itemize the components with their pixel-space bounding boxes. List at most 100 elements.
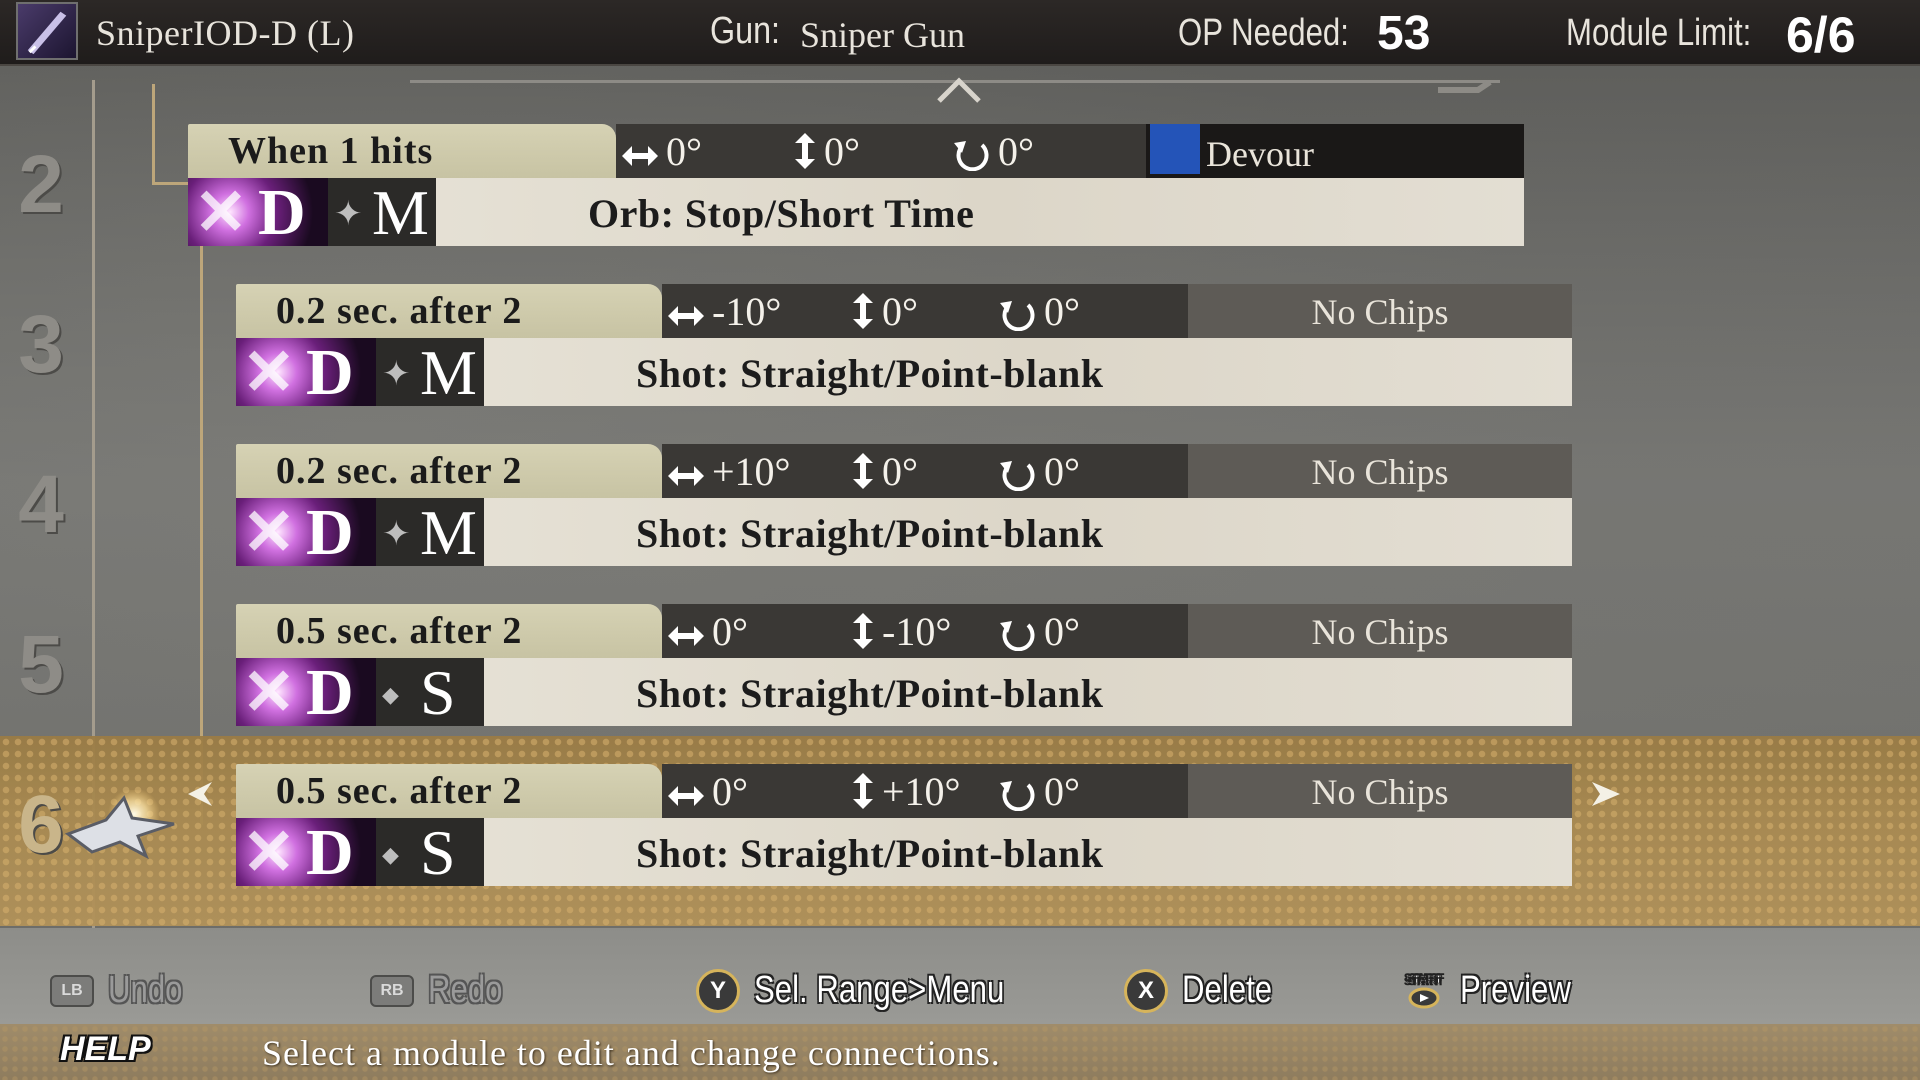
- devour-icon: [1150, 124, 1200, 174]
- scroll-up-arrow-icon[interactable]: [935, 75, 983, 105]
- trigger-label[interactable]: 0.2 sec. after 2: [236, 284, 662, 338]
- horizontal-angle: 0°: [666, 608, 748, 655]
- x-button-icon: X: [1124, 968, 1168, 1013]
- help-label: HELP: [60, 1030, 151, 1068]
- module-card[interactable]: When 1 hits 0° 0° 0° Devour ✕ D ✦ M Orb: S…: [188, 124, 1524, 248]
- module-name: SniperIOD-D (L): [96, 13, 355, 53]
- module-body[interactable]: ✕ D ◆ S Shot: Straight/Point-blank: [236, 818, 1572, 888]
- vertical-arrows-icon: [853, 613, 873, 649]
- rotation-angle: 0°: [998, 288, 1080, 335]
- module-description: Shot: Straight/Point-blank: [636, 351, 1104, 396]
- module-card[interactable]: 0.2 sec. after 2 -10° 0° 0° No Chips ✕ D …: [236, 284, 1572, 408]
- module-card[interactable]: 0.2 sec. after 2 +10° 0° 0° No Chips ✕ D …: [236, 444, 1572, 568]
- angle-bar[interactable]: 0° -10° 0°: [662, 604, 1188, 658]
- module-body[interactable]: ✕ D ◆ S Shot: Straight/Point-blank: [236, 658, 1572, 728]
- arrow-left-icon[interactable]: [184, 778, 216, 810]
- chip-slot[interactable]: No Chips: [1188, 284, 1572, 338]
- rotate-icon: [1000, 621, 1035, 652]
- damage-type-badge: ✕ D: [236, 658, 376, 728]
- connector-line: [152, 84, 155, 184]
- vertical-angle: +10°: [850, 768, 961, 815]
- trigger-label[interactable]: 0.5 sec. after 2: [236, 764, 662, 818]
- chip-slot[interactable]: No Chips: [1188, 764, 1572, 818]
- preview-button[interactable]: START Preview: [1402, 968, 1595, 1016]
- damage-type-badge: ✕ D: [188, 178, 328, 248]
- select-range-menu-button[interactable]: Y Sel. Range>Menu: [696, 968, 1059, 1016]
- damage-type-badge: ✕ D: [236, 818, 376, 888]
- chip-slot[interactable]: Devour: [1146, 124, 1524, 178]
- chip-slot[interactable]: No Chips: [1188, 604, 1572, 658]
- svg-text:START: START: [1406, 974, 1442, 986]
- row-number: 5: [18, 619, 64, 710]
- horizontal-arrows-icon: [622, 146, 658, 166]
- rotation-angle: 0°: [998, 768, 1080, 815]
- row-number: 2: [18, 139, 64, 230]
- vertical-arrows-icon: [795, 133, 815, 169]
- trigger-label[interactable]: 0.2 sec. after 2: [236, 444, 662, 498]
- rotation-angle: 0°: [998, 608, 1080, 655]
- size-badge: ◆ S: [376, 658, 484, 728]
- damage-type-badge: ✕ D: [236, 338, 376, 408]
- size-badge: ◆ S: [376, 818, 484, 888]
- redo-button[interactable]: RB Redo: [370, 968, 519, 1016]
- rotate-icon: [954, 141, 989, 172]
- vertical-arrows-icon: [853, 293, 873, 329]
- horizontal-arrows-icon: [668, 306, 704, 326]
- horizontal-arrows-icon: [668, 466, 704, 486]
- trigger-label[interactable]: When 1 hits: [188, 124, 616, 178]
- module-card-selected[interactable]: 0.5 sec. after 2 0° +10° 0° No Chips ✕ D …: [236, 764, 1572, 888]
- y-button-icon: Y: [696, 968, 740, 1013]
- cursor-star-icon: [64, 790, 175, 860]
- start-button-icon: START: [1406, 974, 1442, 1009]
- vertical-angle: 0°: [850, 288, 918, 335]
- module-limit-value: 6/6: [1786, 7, 1856, 63]
- connector-line: [152, 182, 192, 185]
- gun-label: Gun:: [710, 10, 781, 52]
- row-number: 3: [18, 299, 64, 390]
- chip-name: Devour: [1206, 134, 1314, 174]
- delete-button[interactable]: X Delete: [1124, 968, 1292, 1016]
- damage-type-badge: ✕ D: [236, 498, 376, 568]
- horizontal-angle: 0°: [666, 768, 748, 815]
- rb-button-icon: RB: [370, 974, 414, 1007]
- module-body[interactable]: ✕ D ✦ M Shot: Straight/Point-blank: [236, 338, 1572, 408]
- module-limit-label: Module Limit:: [1566, 12, 1752, 54]
- vertical-arrows-icon: [853, 453, 873, 489]
- module-body[interactable]: ✕ D ✦ M Shot: Straight/Point-blank: [236, 498, 1572, 568]
- module-description: Shot: Straight/Point-blank: [636, 831, 1104, 876]
- gun-value: Sniper Gun: [800, 15, 965, 55]
- sword-icon: [16, 2, 78, 60]
- op-needed-value: 53: [1377, 7, 1431, 60]
- module-card[interactable]: 0.5 sec. after 2 0° -10° 0° No Chips ✕ D …: [236, 604, 1572, 728]
- rotate-icon: [1000, 781, 1035, 812]
- horizontal-angle: +10°: [666, 448, 791, 495]
- horizontal-arrows-icon: [668, 786, 704, 806]
- trigger-label[interactable]: 0.5 sec. after 2: [236, 604, 662, 658]
- vertical-angle: -10°: [850, 608, 951, 655]
- angle-bar[interactable]: +10° 0° 0°: [662, 444, 1188, 498]
- scroll-marker-icon: [1438, 80, 1492, 93]
- rotation-angle: 0°: [998, 448, 1080, 495]
- rotation-angle: 0°: [952, 128, 1034, 175]
- vertical-angle: 0°: [792, 128, 860, 175]
- arrow-right-icon[interactable]: [1588, 778, 1624, 810]
- horizontal-angle: -10°: [666, 288, 781, 335]
- lb-button-icon: LB: [50, 974, 94, 1007]
- help-text: Select a module to edit and change conne…: [262, 1033, 1001, 1073]
- module-body[interactable]: ✕ D ✦ M Orb: Stop/Short Time: [188, 178, 1524, 248]
- op-needed-label: OP Needed:: [1178, 12, 1349, 54]
- module-description: Shot: Straight/Point-blank: [636, 671, 1104, 716]
- size-badge: ✦ M: [376, 498, 484, 568]
- rotate-icon: [1000, 461, 1035, 492]
- module-description: Orb: Stop/Short Time: [588, 191, 975, 236]
- angle-bar[interactable]: 0° +10° 0°: [662, 764, 1188, 818]
- row-number: 4: [18, 459, 64, 550]
- angle-bar[interactable]: -10° 0° 0°: [662, 284, 1188, 338]
- horizontal-arrows-icon: [668, 626, 704, 646]
- vertical-angle: 0°: [850, 448, 918, 495]
- undo-button[interactable]: LB Undo: [50, 968, 199, 1016]
- chip-slot[interactable]: No Chips: [1188, 444, 1572, 498]
- size-badge: ✦ M: [376, 338, 484, 408]
- horizontal-angle: 0°: [620, 128, 702, 175]
- header-bar: SniperIOD-D (L) Gun: Sniper Gun OP Neede…: [0, 0, 1920, 66]
